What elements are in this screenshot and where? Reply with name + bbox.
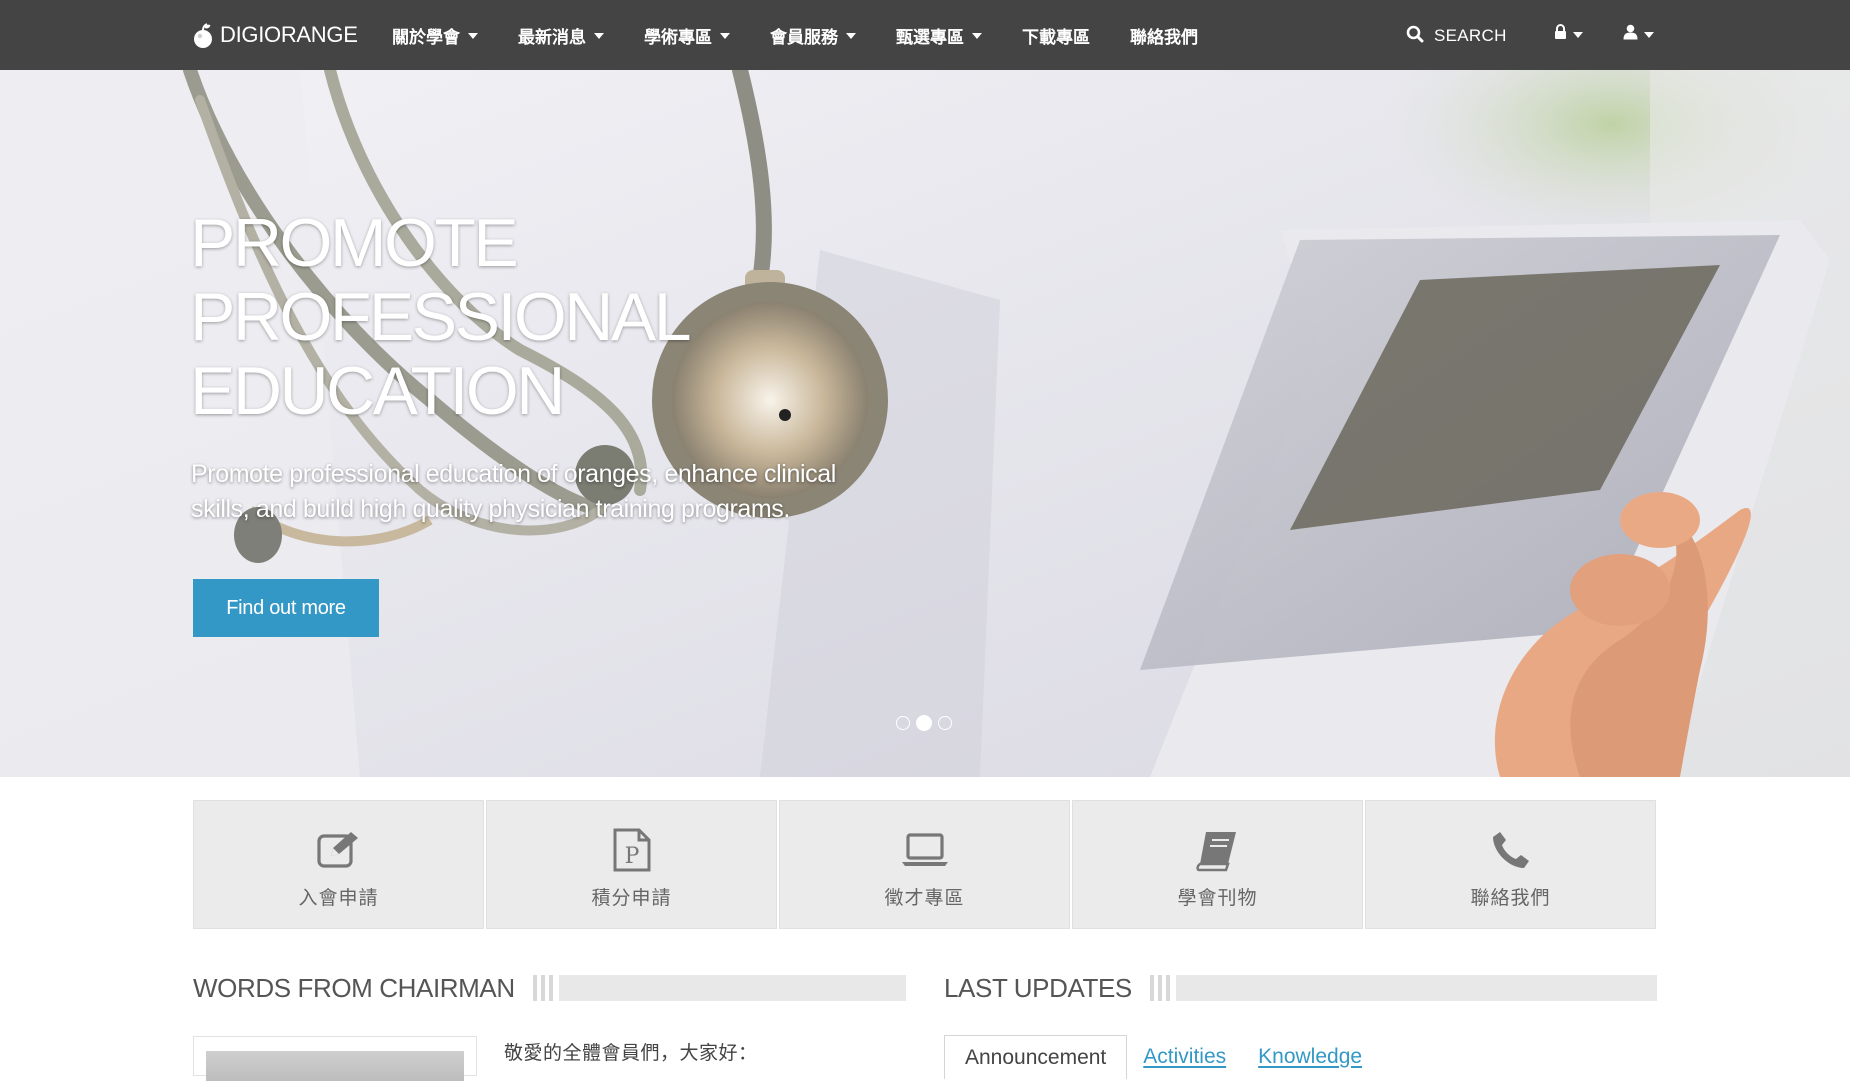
nav-item-label: 關於學會 (392, 27, 460, 48)
laptop-icon (901, 827, 949, 873)
carousel-dot-2[interactable] (916, 715, 932, 731)
decorative-bar (1175, 975, 1657, 1001)
carousel-indicators (896, 715, 952, 731)
quick-link-label: 學會刊物 (1177, 887, 1258, 909)
points-document-icon: P (612, 827, 652, 873)
quick-link-label: 積分申請 (591, 887, 672, 909)
find-out-more-button[interactable]: Find out more (193, 579, 379, 637)
quick-link-publications[interactable]: 學會刊物 (1072, 800, 1363, 929)
hero-subtitle: Promote professional education of orange… (191, 460, 836, 523)
user-dropdown-button[interactable] (1623, 20, 1654, 48)
nav-item-contact[interactable]: 聯絡我們 (1110, 0, 1218, 70)
quick-link-label: 入會申請 (298, 887, 379, 909)
search-icon (1406, 25, 1424, 47)
caret-down-icon (1573, 32, 1583, 38)
search-label: SEARCH (1434, 26, 1507, 45)
quick-link-label: 聯絡我們 (1470, 887, 1551, 909)
caret-down-icon (846, 33, 856, 39)
decorative-stripes (532, 975, 553, 1001)
tab-knowledge[interactable]: Knowledge (1242, 1035, 1378, 1079)
orange-logo-icon (192, 22, 214, 48)
user-icon (1623, 24, 1638, 44)
updates-section-header: LAST UPDATES (944, 970, 1657, 1006)
search-button[interactable]: SEARCH (1406, 20, 1507, 52)
hero-carousel: PROMOTE PROFESSIONAL EDUCATION Promote p… (0, 70, 1850, 777)
tab-activities[interactable]: Activities (1127, 1035, 1242, 1079)
updates-section-title: LAST UPDATES (944, 972, 1132, 1003)
chairman-section-title: WORDS FROM CHAIRMAN (193, 972, 515, 1003)
quick-link-contact[interactable]: 聯絡我們 (1365, 800, 1656, 929)
svg-text:P: P (624, 844, 639, 869)
caret-down-icon (468, 33, 478, 39)
nav-item-label: 聯絡我們 (1130, 27, 1198, 48)
carousel-dot-1[interactable] (896, 716, 910, 730)
edit-icon (316, 827, 361, 873)
nav-item-label: 會員服務 (770, 27, 838, 48)
nav-item-about[interactable]: 關於學會 (372, 0, 498, 70)
top-navbar: DIGIORANGE 關於學會 最新消息 學術專區 會員服務 甄選專區 下載專區… (0, 0, 1850, 70)
nav-item-label: 下載專區 (1022, 27, 1090, 48)
carousel-dot-3[interactable] (938, 716, 952, 730)
chairman-section-header: WORDS FROM CHAIRMAN (193, 970, 906, 1006)
phone-icon (1491, 827, 1531, 873)
chairman-photo-image (206, 1051, 464, 1081)
brand-name: DIGIORANGE (220, 22, 358, 47)
caret-down-icon (972, 33, 982, 39)
login-dropdown-button[interactable] (1554, 20, 1583, 48)
main-menu: 關於學會 最新消息 學術專區 會員服務 甄選專區 下載專區 聯絡我們 (372, 0, 1218, 70)
chairman-photo (193, 1036, 477, 1081)
nav-item-label: 甄選專區 (896, 27, 964, 48)
caret-down-icon (720, 33, 730, 39)
updates-tabs: Announcement Activities Knowledge (944, 1035, 1378, 1079)
nav-item-news[interactable]: 最新消息 (498, 0, 624, 70)
caret-down-icon (1644, 32, 1654, 38)
tab-announcement[interactable]: Announcement (944, 1035, 1128, 1079)
decorative-stripes (1149, 975, 1170, 1001)
quick-link-points-application[interactable]: P 積分申請 (486, 800, 777, 929)
chairman-greeting: 敬愛的全體會員們，大家好： (504, 1042, 758, 1064)
brand-link[interactable]: DIGIORANGE (192, 18, 358, 52)
nav-item-selection[interactable]: 甄選專區 (876, 0, 1002, 70)
decorative-bar (558, 975, 906, 1001)
quick-links: 入會申請 P 積分申請 徵才專區 學會刊物 聯絡我們 (193, 800, 1656, 929)
nav-item-label: 學術專區 (644, 27, 712, 48)
book-icon (1195, 827, 1240, 873)
nav-item-academic[interactable]: 學術專區 (624, 0, 750, 70)
lock-icon (1554, 24, 1567, 44)
nav-item-label: 最新消息 (518, 27, 586, 48)
hero-title: PROMOTE PROFESSIONAL EDUCATION (190, 205, 692, 429)
quick-link-membership-application[interactable]: 入會申請 (193, 800, 484, 929)
quick-link-label: 徵才專區 (884, 887, 965, 909)
caret-down-icon (594, 33, 604, 39)
nav-item-member-services[interactable]: 會員服務 (750, 0, 876, 70)
quick-link-recruitment[interactable]: 徵才專區 (779, 800, 1070, 929)
nav-item-downloads[interactable]: 下載專區 (1002, 0, 1110, 70)
